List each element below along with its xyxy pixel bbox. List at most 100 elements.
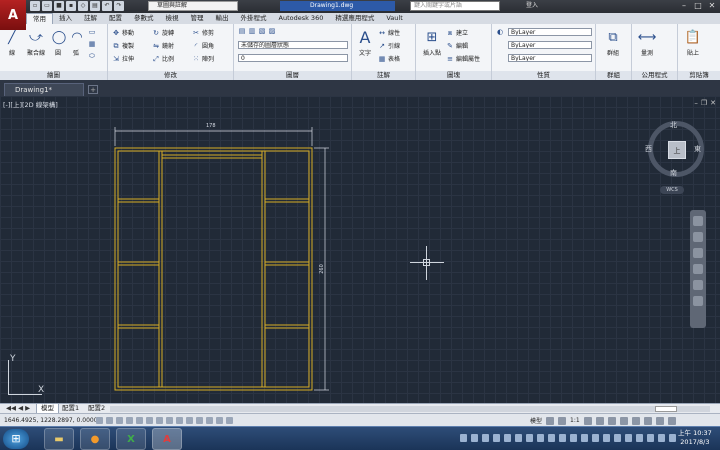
insert-block-button[interactable]: ⊞ 插入點 — [419, 28, 445, 58]
save-icon[interactable]: ■ — [54, 1, 64, 11]
pan-icon[interactable] — [693, 232, 703, 242]
new-tab-icon[interactable]: + — [88, 85, 98, 94]
login-button[interactable]: 登入 — [526, 0, 538, 12]
quick-view-drawings-icon[interactable] — [558, 416, 567, 425]
tray-icon-5[interactable] — [504, 434, 511, 442]
utilities-panel-title[interactable]: 公用程式 — [632, 71, 677, 80]
clean-screen-icon[interactable] — [667, 416, 676, 425]
layer-dropdown[interactable]: 0 — [238, 54, 348, 62]
web-icon[interactable]: ◇ — [78, 1, 88, 11]
maximize-icon[interactable]: □ — [692, 1, 704, 11]
compass-north[interactable]: 北 — [670, 120, 677, 130]
tab-annotate[interactable]: 註解 — [78, 13, 103, 24]
polar-icon[interactable] — [136, 417, 143, 424]
edit-attributes-button[interactable]: ≡ 編輯屬性 — [446, 54, 480, 64]
infer-constraints-icon[interactable] — [96, 417, 103, 424]
print-icon[interactable]: ▤ — [90, 1, 100, 11]
clipboard-panel-title[interactable]: 剪貼簿 — [678, 71, 720, 80]
lineweight-dropdown[interactable]: ByLayer — [508, 54, 592, 62]
text-button[interactable]: A 文字 — [356, 28, 374, 58]
fillet-button[interactable]: ◜ 圓角 — [192, 41, 214, 51]
group-button[interactable]: ⧉ 群組 — [600, 28, 626, 58]
explorer-taskbar-icon[interactable]: ▬ — [44, 428, 74, 450]
mirror-button[interactable]: ⇋ 鏡射 — [152, 41, 174, 51]
block-panel-title[interactable]: 圖塊 — [416, 71, 491, 80]
annotation-scale[interactable]: 1:1 — [570, 417, 580, 424]
layers-panel-title[interactable]: 圖層 — [234, 71, 351, 80]
isolate-objects-icon[interactable] — [643, 416, 652, 425]
tab-autodesk360[interactable]: Autodesk 360 — [273, 13, 330, 24]
snap-icon[interactable] — [106, 417, 113, 424]
rectangle-button[interactable]: ▭ — [88, 28, 96, 36]
edit-block-button[interactable]: ✎ 編輯 — [446, 41, 468, 51]
ortho-icon[interactable] — [126, 417, 133, 424]
tab-view[interactable]: 檢視 — [160, 13, 185, 24]
modify-panel-title[interactable]: 修改 — [108, 71, 233, 80]
tray-icon-2[interactable] — [471, 434, 478, 442]
hardware-accel-icon[interactable] — [631, 416, 640, 425]
tray-icon-14[interactable] — [603, 434, 610, 442]
tray-icon-1[interactable] — [460, 434, 467, 442]
compass-west[interactable]: 西 — [645, 144, 652, 154]
navbar-options-icon[interactable] — [693, 296, 703, 306]
new-icon[interactable]: ▫ — [30, 1, 40, 11]
tab-featured-apps[interactable]: 精選應用程式 — [329, 13, 380, 24]
properties-panel-title[interactable]: 性質 — [492, 71, 595, 80]
steering-wheel-icon[interactable] — [693, 216, 703, 226]
lineweight-toggle-icon[interactable] — [196, 417, 203, 424]
rotate-button[interactable]: ↻ 旋轉 — [152, 28, 174, 38]
tab-manage[interactable]: 管理 — [185, 13, 210, 24]
compass-south[interactable]: 南 — [670, 168, 677, 178]
layer-state-dropdown[interactable]: 未儲存的圖層狀態 — [238, 41, 348, 49]
create-block-button[interactable]: ⧈ 建立 — [446, 28, 468, 38]
customize-icon[interactable] — [655, 416, 664, 425]
compass-east[interactable]: 東 — [694, 144, 701, 154]
tab-plugins[interactable]: 外掛程式 — [235, 13, 273, 24]
paste-button[interactable]: 📋 貼上 — [682, 28, 704, 58]
dimension-button[interactable]: ↔ 線性 — [378, 28, 400, 38]
tray-icon-10[interactable] — [559, 434, 566, 442]
minimize-icon[interactable]: – — [678, 1, 690, 11]
autocad-taskbar-icon[interactable]: A — [152, 428, 182, 450]
annotation-visibility-icon[interactable] — [583, 416, 592, 425]
tray-icon-12[interactable] — [581, 434, 588, 442]
hatch-button[interactable]: ▦ — [88, 40, 96, 48]
selection-cycling-icon[interactable] — [226, 417, 233, 424]
model-space-button[interactable]: 模型 — [530, 416, 542, 425]
tray-icon-19[interactable] — [658, 434, 665, 442]
drawing-viewport[interactable]: [-][上][2D 線架構] – ❐ ✕ 178 260 上 北 南 東 西 W… — [0, 96, 720, 403]
tab-home[interactable]: 常用 — [26, 13, 53, 24]
start-button[interactable]: ⊞ — [3, 429, 29, 449]
layer-properties-button[interactable]: ▤ ▥ ▧ ▨ — [238, 27, 276, 35]
workspace-switch-icon[interactable] — [607, 416, 616, 425]
zoom-icon[interactable] — [693, 248, 703, 258]
lock-icon[interactable] — [619, 416, 628, 425]
wcs-menu[interactable]: WCS — [660, 186, 684, 194]
tab-insert[interactable]: 插入 — [53, 13, 78, 24]
showmotion-icon[interactable] — [693, 280, 703, 290]
arc-button[interactable]: ◠ 弧 — [68, 28, 84, 58]
tray-icon-13[interactable] — [592, 434, 599, 442]
tray-icon-16[interactable] — [625, 434, 632, 442]
line-button[interactable]: ╱ 線 — [3, 28, 21, 58]
tray-icon-17[interactable] — [636, 434, 643, 442]
close-icon[interactable]: ✕ — [706, 1, 718, 11]
application-menu-button[interactable]: A — [0, 0, 26, 30]
horizontal-scrollbar[interactable] — [110, 406, 710, 412]
groups-panel-title[interactable]: 群組 — [596, 71, 631, 80]
otrack-icon[interactable] — [166, 417, 173, 424]
tray-icon-7[interactable] — [526, 434, 533, 442]
dyn-icon[interactable] — [186, 417, 193, 424]
tab-vault[interactable]: Vault — [380, 13, 408, 24]
table-button[interactable]: ▦ 表格 — [378, 54, 400, 64]
osnap-icon[interactable] — [146, 417, 153, 424]
move-button[interactable]: ✥ 移動 — [112, 28, 134, 38]
polyline-button[interactable]: ⤻ 聚合線 — [24, 28, 48, 58]
quick-view-layouts-icon[interactable] — [546, 416, 555, 425]
annotation-panel-title[interactable]: 註解 — [352, 71, 415, 80]
tab-output[interactable]: 輸出 — [210, 13, 235, 24]
tray-icon-15[interactable] — [614, 434, 621, 442]
tab-layout[interactable]: 配置 — [103, 13, 128, 24]
tab-parametric[interactable]: 參數式 — [128, 13, 160, 24]
tray-icon-18[interactable] — [647, 434, 654, 442]
